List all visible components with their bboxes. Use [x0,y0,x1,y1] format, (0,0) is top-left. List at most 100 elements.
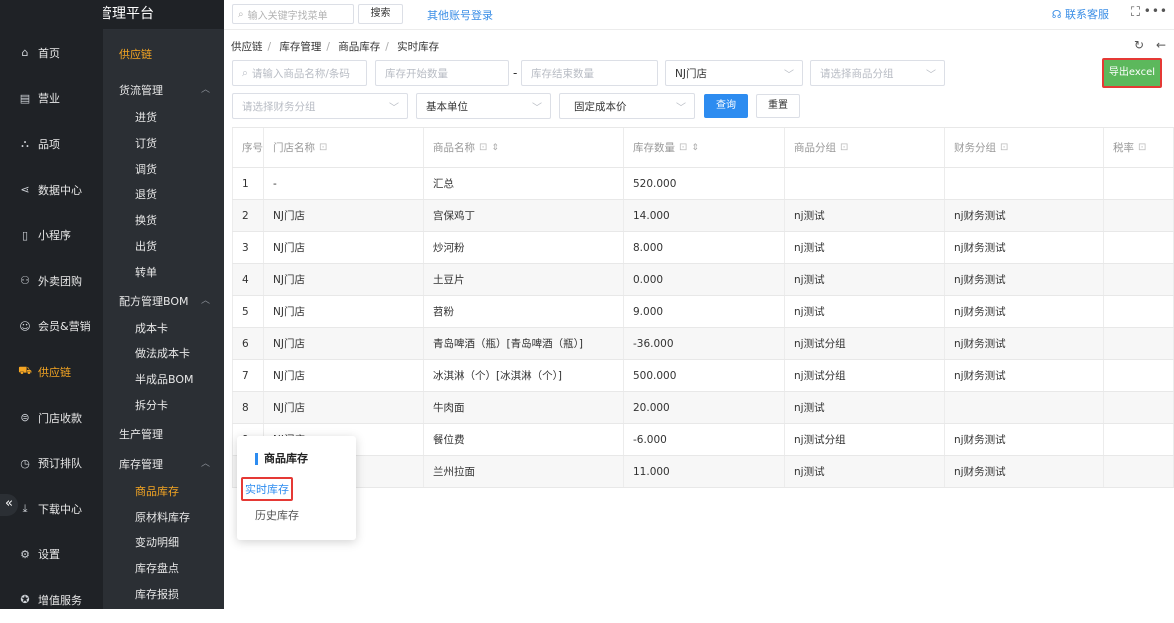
table-cell: nj测试 [785,264,945,295]
sub-nav-link[interactable]: 原材料库存 [135,509,190,525]
plus-service-icon: ✪ [20,593,30,607]
nav-item[interactable]: ⚙ 设置 [0,532,103,578]
stock-start-input[interactable]: 库存开始数量 [375,60,509,86]
sort-icon[interactable]: ⇕ [491,143,499,153]
sub-nav-link[interactable]: 换货 [135,212,157,228]
lock-icon[interactable]: ⊡ [1138,142,1146,153]
sub-nav-group-label: 货流管理 [119,84,163,97]
unit-select[interactable]: 基本单位 ﹀ [416,93,551,119]
sub-nav-link[interactable]: 拆分卡 [135,397,168,413]
contact-support-link[interactable]: ☊ 联系客服 [1052,6,1109,22]
table-row: 8 NJ门店 牛肉面 20.000 nj测试 [232,392,1174,424]
table-cell: 土豆片 [424,264,624,295]
sub-nav-link[interactable]: 退货 [135,186,157,202]
sub-nav-link[interactable]: 商品库存 [135,483,179,499]
table-cell: nj测试 [785,296,945,327]
cost-price-select[interactable]: 固定成本价 ﹀ [559,93,695,119]
sub-nav-link[interactable]: 出货 [135,238,157,254]
nav-item[interactable]: ✪ 增值服务 [0,577,103,623]
table-cell: 520.000 [624,168,785,199]
history-stock-menu-item[interactable]: 历史库存 [255,507,299,523]
stock-end-placeholder: 库存结束数量 [531,67,594,80]
export-excel-button[interactable]: 导出excel [1102,58,1162,88]
sub-nav-link[interactable]: 做法成本卡 [135,345,190,361]
table-row: 4 NJ门店 土豆片 0.000 nj测试 nj财务测试 [232,264,1174,296]
table-header-cell[interactable]: 库存数量 ⊡ ⇕ [624,128,785,167]
menu-search-button[interactable]: 搜索 [358,4,403,24]
lock-icon[interactable]: ⊡ [319,142,327,153]
nav-item[interactable]: ⛟ 供应链 [0,349,103,395]
nav-item[interactable]: ▤ 营业 [0,76,103,122]
table-cell: 8 [232,392,264,423]
sub-nav-link[interactable]: 转单 [135,264,157,280]
table-cell: NJ门店 [264,200,424,231]
sub-nav-link[interactable]: 库存报损 [135,586,179,602]
table-row: 2 NJ门店 宫保鸡丁 14.000 nj测试 nj财务测试 [232,200,1174,232]
table-cell: 6 [232,328,264,359]
realtime-stock-menu-item[interactable]: 实时库存 [241,477,293,501]
table-cell [1104,360,1174,391]
table-cell: nj测试分组 [785,360,945,391]
lock-icon[interactable]: ⊡ [679,142,687,153]
page-actions: ↻ ← [1126,38,1166,52]
table-header-cell: 门店名称 ⊡ [264,128,424,167]
lock-icon[interactable]: ⊡ [840,142,848,153]
sub-nav-link[interactable]: 半成品BOM [135,371,194,387]
breadcrumb-item[interactable]: 库存管理 [279,41,321,53]
nav-item[interactable]: ☺ 会员&营销 [0,304,103,350]
refresh-icon[interactable]: ↻ [1134,38,1144,52]
sub-nav-group[interactable]: 货流管理 ︿ [119,82,210,98]
lock-icon[interactable]: ⊡ [1000,142,1008,153]
nav-item[interactable]: ⚇ 外卖团购 [0,258,103,304]
sub-nav-group[interactable]: 配方管理BOM ︿ [119,293,210,309]
table-cell: -36.000 [624,328,785,359]
table-cell: nj测试分组 [785,328,945,359]
table-cell [1104,392,1174,423]
stock-end-input[interactable]: 库存结束数量 [521,60,658,86]
breadcrumb-item[interactable]: 供应链 [231,41,263,53]
store-select-value: NJ门店 [675,67,707,80]
table-cell: nj财务测试 [945,232,1104,263]
nav-item[interactable]: ⋖ 数据中心 [0,167,103,213]
sub-nav-group[interactable]: 生产管理 [119,426,163,442]
fullscreen-icon[interactable]: ⛶ [1131,5,1140,20]
nav-item[interactable]: ◷ 预订排队 [0,440,103,486]
store-select[interactable]: NJ门店 ﹀ [665,60,803,86]
breadcrumb-item[interactable]: 商品库存 [338,41,380,53]
lock-icon[interactable]: ⊡ [479,142,487,153]
menu-search-input[interactable]: ⌕ 输入关键字找菜单 [232,4,354,24]
nav-item[interactable]: ⌂ 首页 [0,30,103,76]
sub-nav-link[interactable]: 库存盘点 [135,560,179,576]
sub-nav-link[interactable]: 订货 [135,135,157,151]
query-button[interactable]: 查询 [704,94,748,118]
finance-group-placeholder: 请选择财务分组 [242,100,316,113]
table-header-cell: 财务分组 ⊡ [945,128,1104,167]
table-cell: nj财务测试 [945,296,1104,327]
nav-item[interactable]: ▯ 小程序 [0,212,103,258]
sub-nav-link[interactable]: 变动明细 [135,534,179,550]
nav-item[interactable]: ⊜ 门店收款 [0,395,103,441]
table-cell [1104,456,1174,487]
other-account-login-link[interactable]: 其他账号登录 [427,7,493,23]
table-header-cell: 税率 ⊡ [1104,128,1174,167]
sub-nav-link[interactable]: 调货 [135,161,157,177]
back-arrow-icon[interactable]: ← [1156,38,1166,52]
sort-icon[interactable]: ⇕ [691,143,699,153]
sub-nav-link[interactable]: 进货 [135,109,157,125]
table-header-cell[interactable]: 商品名称 ⊡ ⇕ [424,128,624,167]
reset-button[interactable]: 重置 [756,94,800,118]
finance-group-select[interactable]: 请选择财务分组 ﹀ [232,93,408,119]
table-row: 5 NJ门店 苕粉 9.000 nj测试 nj财务测试 [232,296,1174,328]
product-name-input[interactable]: ⌕ 请输入商品名称/条码 [232,60,367,86]
more-icon[interactable]: ••• [1144,4,1168,18]
table-cell: NJ门店 [264,264,424,295]
goods-group-select[interactable]: 请选择商品分组 ﹀ [810,60,945,86]
table-header-label: 商品分组 [794,142,836,154]
download-icon: ⤓ [22,501,28,515]
top-bar: ⌕ 输入关键字找菜单 搜索 其他账号登录 ☊ 联系客服 ⛶ ••• [224,0,1174,30]
sub-nav-link[interactable]: 成本卡 [135,320,168,336]
table-row: 3 NJ门店 炒河粉 8.000 nj测试 nj财务测试 [232,232,1174,264]
nav-item[interactable]: ⛬ 品项 [0,121,103,167]
phone-icon: ▯ [21,228,29,242]
sub-nav-group[interactable]: 库存管理 ︿ [119,456,210,472]
